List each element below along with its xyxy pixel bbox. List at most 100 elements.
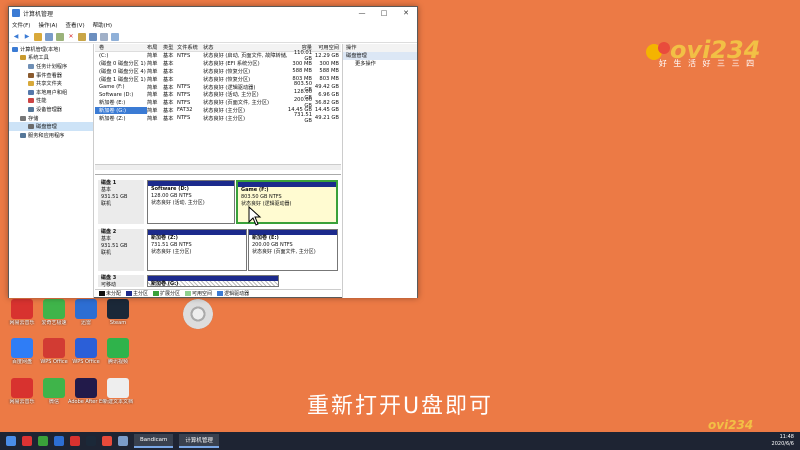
volume-cell: 基本 [163,53,174,60]
partition-new-z[interactable]: 新加卷 (Z:) 731.51 GB NTFS 状态良好 (主分区) [147,229,247,271]
title-bar: 计算机管理 — □ ✕ [9,7,417,19]
volume-cell: Game (F:) [99,84,125,91]
volume-cell: 简单 [147,53,158,60]
desktop-shortcut-label: WPS Office [72,359,100,365]
tree-node-icon [28,124,34,130]
tree-item-label: 本地用户和组 [36,89,68,96]
volume-cell: 6.96 GB [318,91,339,98]
desktop-shortcut[interactable]: Steam [100,299,136,326]
tree-item[interactable]: 性能 [9,97,93,106]
partition-name: Game (F:) [241,187,269,193]
tree-item[interactable]: 设备管理器 [9,105,93,114]
folder-icon[interactable] [34,32,42,41]
volume-cell: 状态良好 (主分区) [203,107,246,114]
maximize-button[interactable]: □ [373,7,395,19]
disk-2-size: 931.51 GB [101,243,128,249]
volume-cell: 状态良好 (恢复分区) [203,68,251,75]
volume-row[interactable]: (磁盘 0 磁盘分区 1) 简单 基本 状态良好 (EFI 系统分区) 300 MB 30… [95,60,341,68]
taskbar-bandicam[interactable]: Bandicam [134,434,174,448]
volume-cell: 基本 [163,115,174,122]
volume-cell: NTFS [177,52,191,59]
desktop-shortcut[interactable]: 百度网盘 [4,338,40,365]
delete-icon[interactable]: ✕ [67,33,75,41]
tree-node-icon [20,55,26,61]
system-clock[interactable]: 11:48 2020/6/6 [772,434,794,448]
volume-cell: 简单 [147,107,158,114]
tree-item[interactable]: 事件查看器 [9,71,93,80]
disk-3-type: 可移动 [101,282,117,288]
tree-item[interactable]: 服务和应用程序 [9,131,93,140]
tree-node-icon [28,81,34,87]
volume-cell: 基本 [163,68,174,75]
tree-item[interactable]: 系统工具 [9,54,93,63]
disk-1-label[interactable]: 磁盘 1 基本 931.51 GB 联机 [98,180,144,224]
volume-row[interactable]: 新加卷 (Z:) 简单 基本 NTFS 状态良好 (主分区) 731.51 GB 49.21… [95,112,341,124]
taskbar-app-icon[interactable] [118,436,128,446]
taskbar-app-icon[interactable] [70,436,80,446]
back-icon[interactable]: ◀ [12,33,20,41]
app-icon [43,338,65,358]
volume-list: 卷 布局 类型 文件系统 状态 容量 可用空间 (C:) 简单 基本 NTFS 状态良好… [95,44,341,169]
desktop-shortcut[interactable]: 爱奇艺极速 [36,299,72,326]
col-status[interactable]: 状态 [203,44,287,51]
volume-cell: 基本 [163,76,174,83]
close-button[interactable]: ✕ [395,7,417,19]
taskbar-app-icon[interactable] [54,436,64,446]
tree-node-icon [20,115,26,121]
tree-item[interactable]: 共享文件夹 [9,79,93,88]
help-icon[interactable] [89,32,97,41]
properties-icon[interactable] [56,32,64,41]
tree-item[interactable]: 计算机管理(本地) [9,45,93,54]
disk-2-label[interactable]: 磁盘 2 基本 931.51 GB 联机 [98,229,144,271]
taskbar-app-icon[interactable] [86,436,96,446]
horizontal-scrollbar[interactable] [95,164,341,170]
view-icon[interactable] [100,32,108,41]
open-icon[interactable] [78,32,86,41]
forward-icon[interactable]: ▶ [23,33,31,41]
desktop-shortcut[interactable]: WPS Office [68,338,104,365]
clock-date: 2020/6/6 [771,441,794,447]
volume-row[interactable]: 新加卷 (E:) 简单 基本 NTFS 状态良好 (页面文件, 主分区) 200.00 G… [95,97,341,109]
col-type[interactable]: 类型 [163,44,177,51]
volume-row[interactable]: (磁盘 0 磁盘分区 4) 简单 基本 状态良好 (恢复分区) 588 MB 588 MB [95,68,341,76]
desktop-shortcut-label: 爱奇艺极速 [41,320,67,326]
minimize-button[interactable]: — [351,7,373,19]
tree-item[interactable]: 本地用户和组 [9,88,93,97]
taskbar-app-icon[interactable] [22,436,32,446]
legend-logical: 逻辑驱动器 [217,290,249,297]
menu-view[interactable]: 查看(V) [66,21,85,29]
console-icon[interactable] [45,32,53,41]
col-layout[interactable]: 布局 [147,44,163,51]
partition-new-g[interactable]: 新加卷 (G:) [147,275,279,287]
taskbar-app-icon[interactable] [102,436,112,446]
start-icon[interactable] [6,436,16,446]
partition-new-e[interactable]: 新加卷 (E:) 200.00 GB NTFS 状态良好 (页面文件, 主分区) [248,229,338,271]
desktop-shortcut[interactable]: 网易云音乐 [4,299,40,326]
disk-2-name: 磁盘 2 [101,229,117,235]
menu-action[interactable]: 操作(A) [38,21,57,29]
partition-software-d[interactable]: Software (D:) 128.00 GB NTFS 状态良好 (活动, 主… [147,180,235,224]
tree-item[interactable]: 存储 [9,114,93,123]
desktop-shortcut[interactable]: 迅雷 [68,299,104,326]
volume-cell: NTFS [177,99,191,106]
taskbar-computer-management[interactable]: 计算机管理 [179,434,219,448]
actions-disk-management[interactable]: 磁盘管理 [343,52,417,60]
desktop-shortcut[interactable]: WPS Office [36,338,72,365]
volume-cell: 状态良好 (启动, 页面文件, 故障转储, 基本数据分区) [203,53,287,60]
col-free-space[interactable]: 可用空间 [314,44,341,51]
menu-help[interactable]: 帮助(H) [93,21,112,29]
actions-more[interactable]: 更多操作 [343,60,417,68]
col-volume[interactable]: 卷 [95,44,147,51]
taskbar-app-icon[interactable] [38,436,48,446]
volume-row[interactable]: (C:) 简单基本NTFS 状态良好 (启动, 页面文件, 故障转储, 基本数据分区… [95,50,341,62]
tree-item[interactable]: 任务计划程序 [9,62,93,71]
desktop-shortcut-label: 腾讯视频 [107,359,128,365]
clock-time: 11:48 [779,434,794,440]
menu-file[interactable]: 文件(F) [12,21,30,29]
volume-cell: (磁盘 1 磁盘分区 1) [99,76,146,83]
tree-item[interactable]: 磁盘管理 [9,122,93,131]
refresh-icon[interactable] [111,32,119,41]
disk-3-label[interactable]: 磁盘 3 可移动 [98,275,144,288]
col-filesystem[interactable]: 文件系统 [177,44,203,51]
desktop-shortcut[interactable]: 腾讯视频 [100,338,136,365]
